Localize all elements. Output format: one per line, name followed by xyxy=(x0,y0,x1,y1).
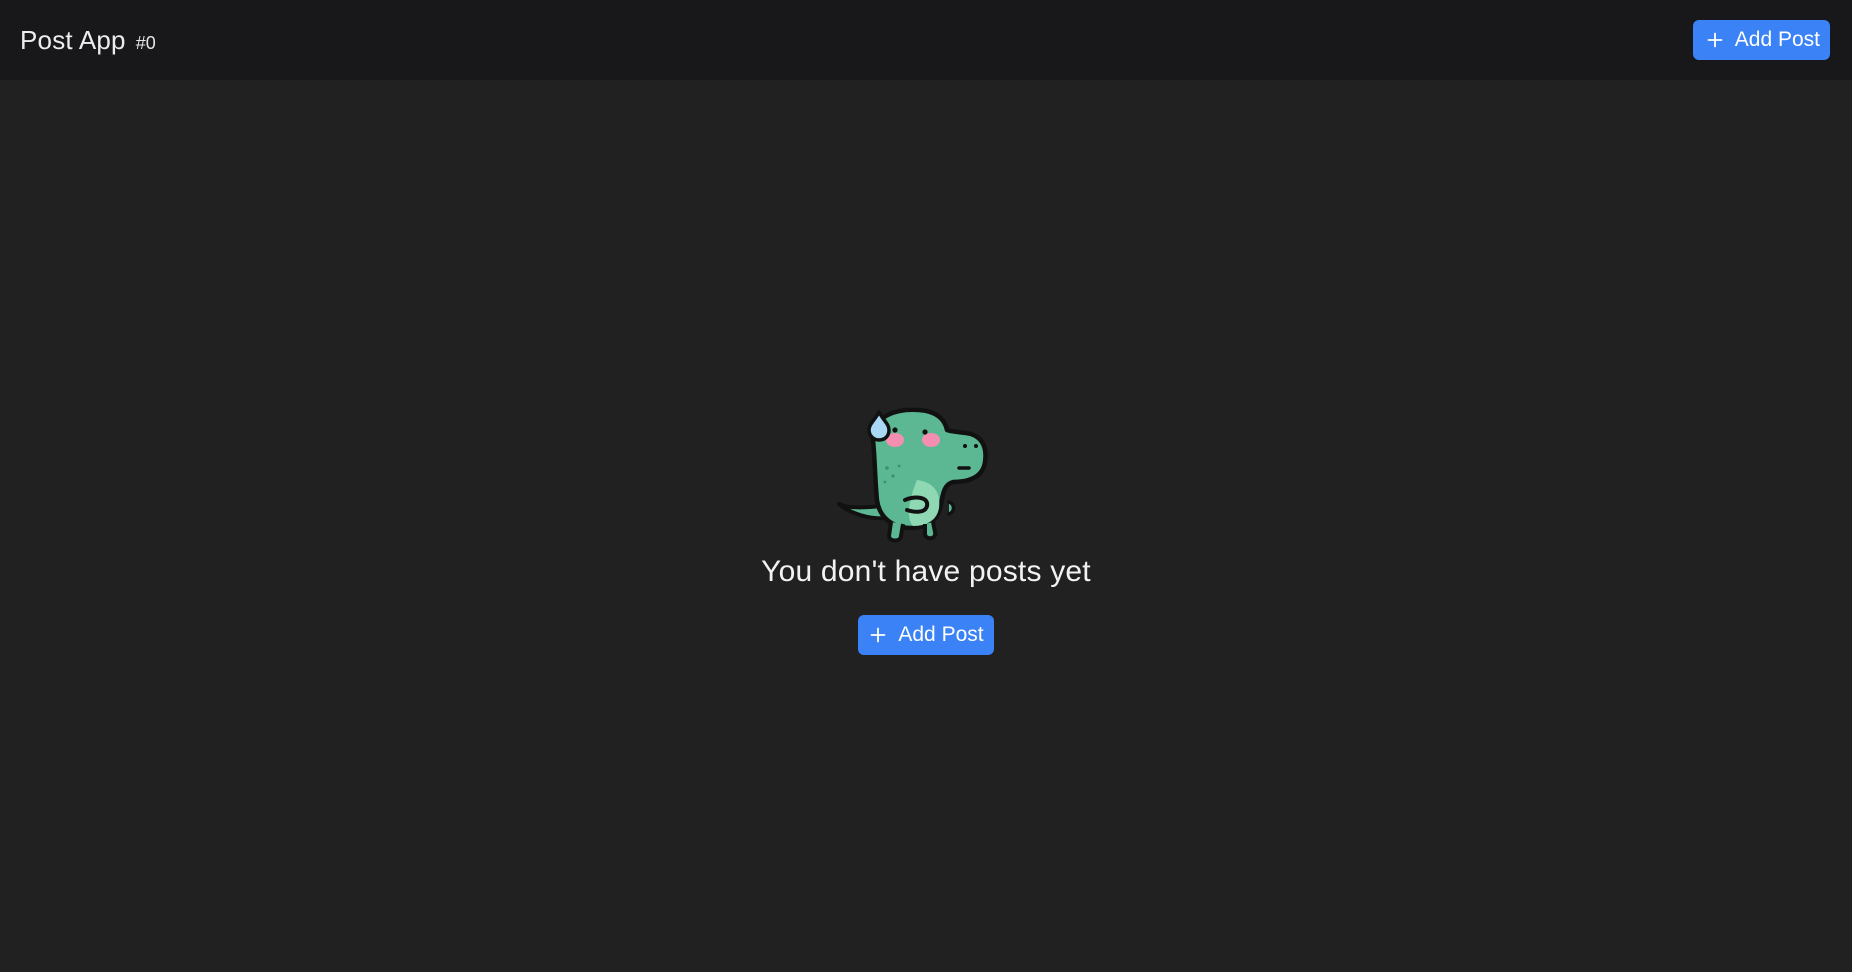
header-add-post-label: Add Post xyxy=(1734,28,1820,51)
empty-state-add-post-label: Add Post xyxy=(898,623,984,646)
app-header: Post App #0 Add Post xyxy=(0,0,1852,80)
app-title: Post App xyxy=(20,24,126,55)
post-count: #0 xyxy=(135,32,156,53)
plus-icon xyxy=(1707,32,1723,48)
sweating-dinosaur-icon xyxy=(837,407,988,543)
empty-state-message: You don't have posts yet xyxy=(761,555,1091,588)
header-add-post-button[interactable]: Add Post xyxy=(1692,20,1830,60)
empty-state: You don't have posts yet Add Post xyxy=(0,396,1852,655)
brand: Post App #0 xyxy=(20,25,156,56)
plus-icon xyxy=(870,627,886,643)
empty-state-add-post-button[interactable]: Add Post xyxy=(858,615,994,655)
